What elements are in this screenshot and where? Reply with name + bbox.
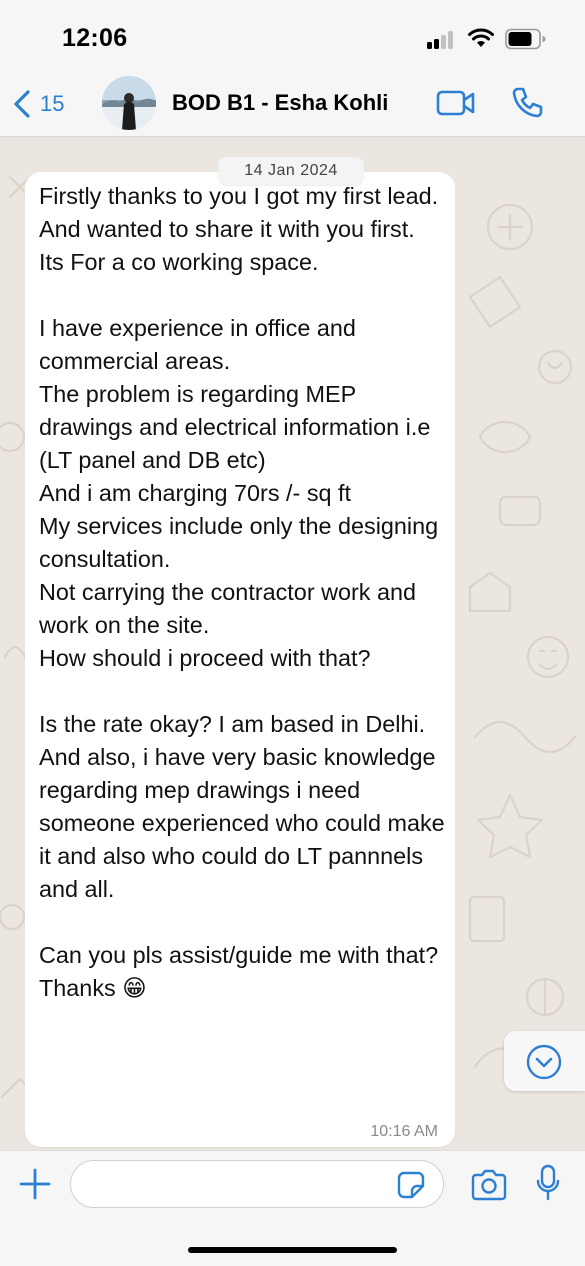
video-camera-icon[interactable] bbox=[436, 89, 476, 117]
message-timestamp: 10:16 AM bbox=[370, 1123, 438, 1140]
phone-icon[interactable] bbox=[510, 86, 544, 120]
chat-header: 15 BOD B1 - Esha Kohli bbox=[0, 70, 585, 137]
cellular-signal-icon bbox=[427, 29, 457, 49]
message-composer bbox=[0, 1150, 585, 1266]
status-bar: 12:06 bbox=[0, 0, 585, 70]
status-time: 12:06 bbox=[62, 24, 128, 52]
home-indicator bbox=[188, 1247, 397, 1253]
unread-count: 15 bbox=[40, 91, 65, 116]
contact-name[interactable]: BOD B1 - Esha Kohli bbox=[172, 90, 388, 116]
avatar[interactable] bbox=[102, 76, 156, 130]
sticker-icon[interactable] bbox=[396, 1170, 426, 1200]
back-button[interactable]: 15 bbox=[12, 88, 64, 120]
scroll-to-bottom-button[interactable] bbox=[504, 1031, 585, 1091]
message-input[interactable] bbox=[70, 1160, 444, 1208]
chevron-left-icon bbox=[14, 90, 30, 118]
chevron-down-circle-icon bbox=[526, 1044, 562, 1080]
message-text: Firstly thanks to you I got my first lea… bbox=[39, 183, 445, 1001]
message-bubble[interactable]: Firstly thanks to you I got my first lea… bbox=[25, 172, 455, 1147]
microphone-icon[interactable] bbox=[536, 1164, 560, 1202]
wifi-icon bbox=[468, 28, 494, 47]
date-chip: 14 Jan 2024 bbox=[218, 157, 364, 185]
plus-icon[interactable] bbox=[18, 1167, 52, 1201]
battery-icon bbox=[505, 28, 546, 50]
camera-icon[interactable] bbox=[470, 1169, 508, 1201]
